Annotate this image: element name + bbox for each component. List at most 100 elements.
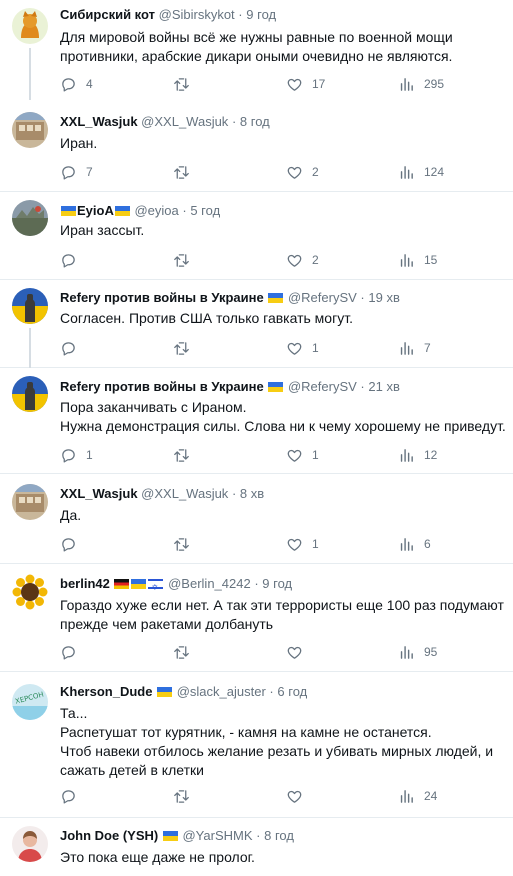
ukraine-flag-icon (157, 687, 173, 697)
avatar[interactable] (12, 288, 48, 324)
retweet-button[interactable] (173, 642, 199, 662)
like-button[interactable]: 2 (286, 162, 319, 182)
timestamp[interactable]: 5 год (190, 203, 220, 218)
user-handle[interactable]: @slack_ajuster (177, 684, 266, 699)
views-button[interactable]: 295 (398, 74, 444, 94)
display-name[interactable]: XXL_Wasjuk (60, 486, 138, 501)
avatar[interactable] (12, 112, 48, 148)
views-button[interactable]: 124 (398, 162, 444, 182)
avatar[interactable] (12, 574, 48, 610)
avatar[interactable] (12, 826, 48, 862)
tweet[interactable]: ХЕРСОН Kherson_Dude @slack_ajuster · 6 г… (0, 672, 513, 818)
view-count: 6 (424, 537, 431, 551)
tweet-text: Та... Распетушат тот курятник, - камня н… (60, 704, 507, 780)
views-button[interactable]: 6 (398, 534, 431, 554)
retweet-button[interactable] (173, 250, 199, 270)
user-handle[interactable]: @Berlin_4242 (168, 576, 251, 591)
tweet[interactable]: berlin42 @Berlin_4242 · 9 год Гораздо ху… (0, 564, 513, 672)
action-bar: 24 (60, 786, 500, 806)
user-handle[interactable]: @Sibirskykot (159, 7, 235, 22)
text-line: Это пока еще даже не пролог. (60, 849, 255, 865)
tweet[interactable]: XXL_Wasjuk @XXL_Wasjuk · 8 год Иран. 7 2… (0, 100, 513, 192)
display-name[interactable]: Kherson_Dude (60, 684, 152, 699)
retweet-button[interactable] (173, 445, 199, 465)
tweet-text: Пора заканчивать с Ираном. Нужна демонст… (60, 398, 507, 436)
display-name[interactable]: XXL_Wasjuk (60, 114, 138, 129)
reply-icon (60, 447, 77, 464)
timestamp[interactable]: 8 год (240, 114, 270, 129)
display-name[interactable]: Сибирский кот (60, 7, 155, 22)
timestamp[interactable]: 8 хв (240, 486, 264, 501)
reply-button[interactable] (60, 786, 86, 806)
like-button[interactable]: 1 (286, 338, 319, 358)
like-button[interactable] (286, 786, 312, 806)
user-handle[interactable]: @XXL_Wasjuk (141, 486, 228, 501)
heart-icon (286, 788, 303, 805)
tweet[interactable]: EyioA @eyioa · 5 год Иран зассыт. 2 15 (0, 192, 513, 280)
reply-button[interactable] (60, 534, 86, 554)
tweet-text: Согласен. Против США только гавкать могу… (60, 309, 507, 328)
tweet[interactable]: XXL_Wasjuk @XXL_Wasjuk · 8 хв Да. 1 6 (0, 474, 513, 564)
like-button[interactable]: 2 (286, 250, 319, 270)
like-button[interactable]: 1 (286, 445, 319, 465)
display-name[interactable]: John Doe (YSH) (60, 828, 158, 843)
reply-button[interactable]: 1 (60, 445, 93, 465)
display-name[interactable]: Refery против войны в Украине (60, 379, 264, 394)
tweet[interactable]: John Doe (YSH) @YarSHMK · 8 год Это пока… (0, 818, 513, 876)
timestamp[interactable]: 6 год (277, 684, 307, 699)
reply-icon (60, 340, 77, 357)
retweet-button[interactable] (173, 786, 199, 806)
views-button[interactable]: 95 (398, 642, 437, 662)
display-name[interactable]: berlin42 (60, 576, 110, 591)
avatar[interactable] (12, 484, 48, 520)
separator-dot: · (238, 7, 243, 22)
analytics-icon (398, 644, 415, 661)
views-button[interactable]: 24 (398, 786, 437, 806)
timestamp[interactable]: 9 год (246, 7, 276, 22)
reply-button[interactable] (60, 338, 86, 358)
user-handle[interactable]: @XXL_Wasjuk (141, 114, 228, 129)
tweet-text: Гораздо хуже если нет. А так эти террори… (60, 596, 507, 634)
action-bar: 95 (60, 642, 500, 662)
like-button[interactable]: 17 (286, 74, 325, 94)
like-button[interactable] (286, 642, 312, 662)
reply-button[interactable]: 4 (60, 74, 93, 94)
retweet-button[interactable] (173, 338, 199, 358)
user-handle[interactable]: @ReferySV (288, 290, 357, 305)
heart-icon (286, 252, 303, 269)
retweet-icon (173, 788, 190, 805)
views-button[interactable]: 12 (398, 445, 437, 465)
reply-count: 4 (86, 77, 93, 91)
tweet-header: Kherson_Dude @slack_ajuster · 6 год (60, 682, 507, 702)
avatar[interactable] (12, 200, 48, 236)
timestamp[interactable]: 21 хв (368, 379, 399, 394)
retweet-button[interactable] (173, 74, 199, 94)
timestamp[interactable]: 8 год (264, 828, 294, 843)
user-handle[interactable]: @YarSHMK (182, 828, 252, 843)
retweet-button[interactable] (173, 162, 199, 182)
avatar[interactable] (12, 8, 48, 44)
reply-button[interactable] (60, 250, 86, 270)
like-button[interactable]: 1 (286, 534, 319, 554)
tweet[interactable]: Сибирский кот @Sibirskykot · 9 год Для м… (0, 0, 513, 100)
user-handle[interactable]: @eyioa (134, 203, 178, 218)
avatar[interactable] (12, 376, 48, 412)
user-handle[interactable]: @ReferySV (288, 379, 357, 394)
thread-line (29, 48, 31, 100)
analytics-icon (398, 788, 415, 805)
display-name[interactable]: EyioA (77, 203, 114, 218)
reply-button[interactable] (60, 642, 86, 662)
timestamp[interactable]: 19 хв (368, 290, 399, 305)
reply-icon (60, 788, 77, 805)
text-line: сажать детей в клетки (60, 762, 204, 778)
views-button[interactable]: 7 (398, 338, 431, 358)
avatar[interactable]: ХЕРСОН (12, 684, 48, 720)
timestamp[interactable]: 9 год (262, 576, 292, 591)
display-name[interactable]: Refery против войны в Украине (60, 290, 264, 305)
views-button[interactable]: 15 (398, 250, 437, 270)
tweet[interactable]: Refery против войны в Украине @ReferySV … (0, 280, 513, 368)
reply-button[interactable]: 7 (60, 162, 93, 182)
retweet-button[interactable] (173, 534, 199, 554)
action-bar: 4 17 295 (60, 74, 500, 94)
tweet[interactable]: Refery против войны в Украине @ReferySV … (0, 368, 513, 474)
